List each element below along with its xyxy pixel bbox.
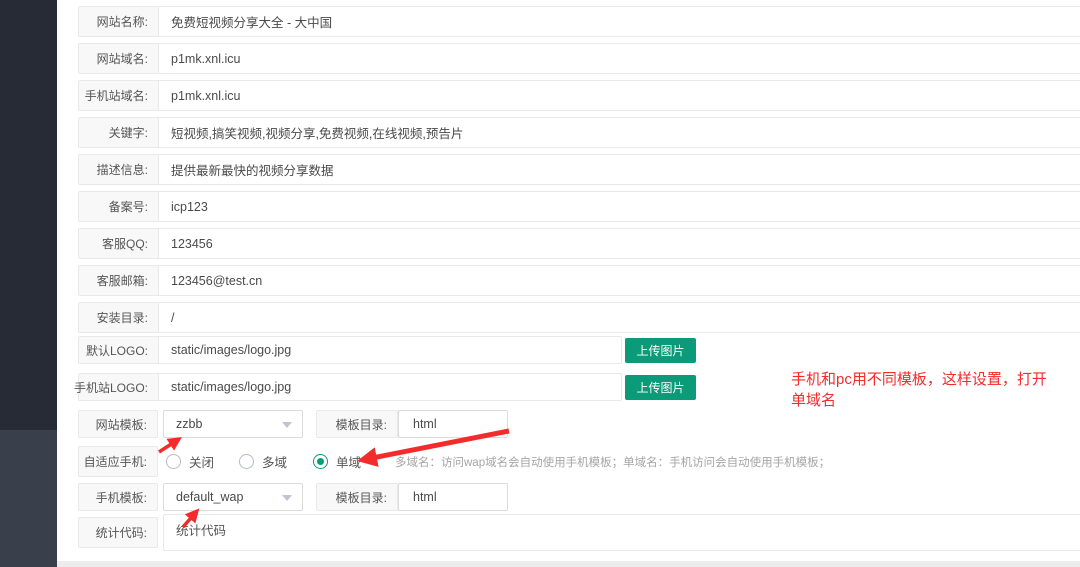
site-template-select[interactable]: zzbb	[163, 410, 303, 438]
radio-button[interactable]	[239, 454, 254, 469]
field-label: 手机站域名:	[79, 81, 159, 110]
adaptive-hint-text: 多域名：访问wap域名会自动使用手机模板；单域名：手机访问会自动使用手机模板；	[395, 446, 830, 477]
service-qq-input[interactable]: 123456	[159, 229, 1080, 258]
field-label: 手机站LOGO:	[79, 374, 159, 400]
form-row-install-dir: 安装目录: /	[78, 302, 1080, 333]
upload-mobile-logo-button[interactable]: 上传图片	[625, 375, 696, 400]
radio-option-single-domain[interactable]: 单域	[313, 446, 361, 477]
template-dir-label: 模板目录:	[316, 410, 398, 438]
site-domain-input[interactable]: p1mk.xnl.icu	[159, 44, 1080, 73]
sidebar-lower-panel	[0, 430, 57, 567]
install-dir-input[interactable]: /	[159, 303, 1080, 332]
mobile-logo-input[interactable]: static/images/logo.jpg	[159, 374, 621, 400]
form-row-mobile-domain: 手机站域名: p1mk.xnl.icu	[78, 80, 1080, 111]
sidebar[interactable]	[0, 0, 57, 567]
site-template-value: zzbb	[176, 417, 202, 431]
horizontal-scrollbar[interactable]	[57, 561, 1080, 567]
field-label: 备案号:	[79, 192, 159, 221]
field-label: 关键字:	[79, 118, 159, 147]
form-row-site-domain: 网站域名: p1mk.xnl.icu	[78, 43, 1080, 74]
icp-input[interactable]: icp123	[159, 192, 1080, 221]
form-row-default-logo: 默认LOGO: static/images/logo.jpg	[78, 336, 622, 364]
form-row-site-name: 网站名称: 免费短视频分享大全 - 大中国	[78, 6, 1080, 37]
field-label: 网站域名:	[79, 44, 159, 73]
service-email-input[interactable]: 123456@test.cn	[159, 266, 1080, 295]
field-label: 统计代码:	[78, 517, 158, 548]
chevron-down-icon	[282, 422, 292, 433]
chevron-down-icon	[282, 495, 292, 506]
default-logo-input[interactable]: static/images/logo.jpg	[159, 337, 621, 363]
field-label: 手机模板:	[78, 483, 158, 511]
form-row-keywords: 关键字: 短视频,搞笑视频,视频分享,免费视频,在线视频,预告片	[78, 117, 1080, 148]
radio-button[interactable]	[313, 454, 328, 469]
form-row-description: 描述信息: 提供最新最快的视频分享数据	[78, 154, 1080, 185]
radio-label: 关闭	[189, 452, 214, 471]
site-name-input[interactable]: 免费短视频分享大全 - 大中国	[159, 7, 1080, 36]
template-dir-label: 模板目录:	[316, 483, 398, 511]
wap-template-select[interactable]: default_wap	[163, 483, 303, 511]
wap-template-value: default_wap	[176, 490, 243, 504]
field-label: 默认LOGO:	[79, 337, 159, 363]
wap-template-dir-input[interactable]: html	[398, 483, 508, 511]
field-label: 描述信息:	[79, 155, 159, 184]
form-row-mobile-logo: 手机站LOGO: static/images/logo.jpg	[78, 373, 622, 401]
field-label: 自适应手机:	[78, 446, 158, 477]
field-label: 客服邮箱:	[79, 266, 159, 295]
field-label: 客服QQ:	[79, 229, 159, 258]
radio-option-close[interactable]: 关闭	[166, 446, 214, 477]
site-template-dir-input[interactable]: html	[398, 410, 508, 438]
form-row-qq: 客服QQ: 123456	[78, 228, 1080, 259]
field-label: 安装目录:	[79, 303, 159, 332]
radio-button[interactable]	[166, 454, 181, 469]
form-row-icp: 备案号: icp123	[78, 191, 1080, 222]
radio-label: 多域	[262, 452, 287, 471]
keywords-input[interactable]: 短视频,搞笑视频,视频分享,免费视频,在线视频,预告片	[159, 118, 1080, 147]
mobile-domain-input[interactable]: p1mk.xnl.icu	[159, 81, 1080, 110]
field-label: 网站名称:	[79, 7, 159, 36]
form-row-email: 客服邮箱: 123456@test.cn	[78, 265, 1080, 296]
radio-label: 单域	[336, 452, 361, 471]
site-settings-page: 网站名称: 免费短视频分享大全 - 大中国 网站域名: p1mk.xnl.icu…	[0, 0, 1080, 567]
annotation-note: 手机和pc用不同模板，这样设置，打开单域名	[791, 369, 1061, 411]
stats-code-textarea[interactable]: 统计代码	[163, 514, 1080, 551]
description-input[interactable]: 提供最新最快的视频分享数据	[159, 155, 1080, 184]
field-label: 网站模板:	[78, 410, 158, 438]
radio-option-multi-domain[interactable]: 多域	[239, 446, 287, 477]
upload-default-logo-button[interactable]: 上传图片	[625, 338, 696, 363]
